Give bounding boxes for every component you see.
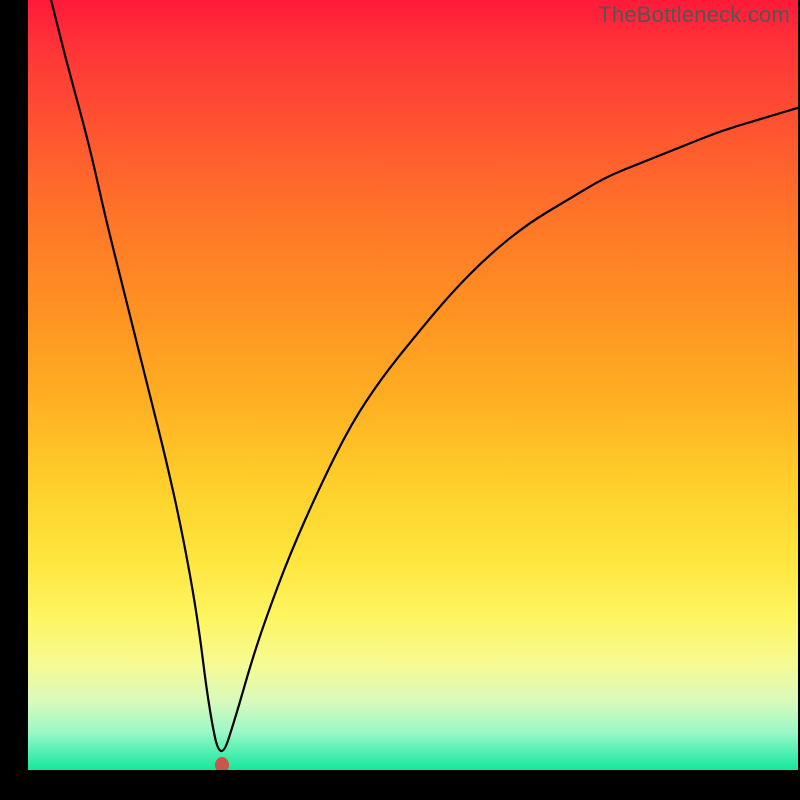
bottleneck-curve bbox=[51, 0, 798, 751]
chart-marker-dot bbox=[215, 757, 229, 770]
chart-plot-area bbox=[28, 0, 798, 770]
chart-curve-layer bbox=[28, 0, 798, 770]
watermark-text: TheBottleneck.com bbox=[598, 2, 790, 28]
